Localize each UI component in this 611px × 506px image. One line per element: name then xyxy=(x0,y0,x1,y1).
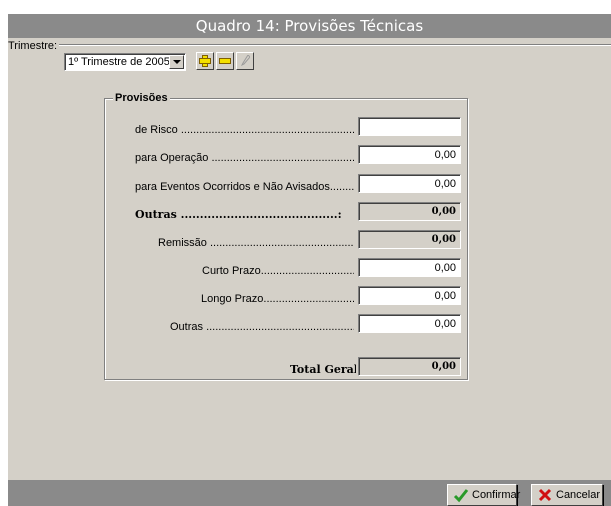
para-operacao-field[interactable]: 0,00 xyxy=(358,145,461,164)
row-label-para-operacao: para Operação ..........................… xyxy=(135,152,354,164)
bottom-bar xyxy=(8,480,611,506)
de-risco-field[interactable] xyxy=(358,117,461,136)
plus-icon xyxy=(199,55,211,67)
row-label-remissao: Remissão ...............................… xyxy=(158,237,354,249)
window-title: Quadro 14: Provisões Técnicas xyxy=(8,14,611,38)
row-label-eventos-ocorridos: para Eventos Ocorridos e Não Avisados...… xyxy=(135,181,354,193)
curto-prazo-field[interactable]: 0,00 xyxy=(358,258,461,277)
row-label-de-risco: de Risco ...............................… xyxy=(135,124,354,136)
minus-icon xyxy=(219,58,231,64)
cancel-button-label: Cancelar xyxy=(556,489,601,501)
add-button[interactable] xyxy=(196,52,214,70)
check-icon xyxy=(453,489,469,503)
remove-button[interactable] xyxy=(216,52,234,70)
row-label-curto-prazo: Curto Prazo.............................… xyxy=(202,265,354,277)
cancel-button[interactable]: Cancelar xyxy=(531,484,603,506)
edit-button[interactable] xyxy=(236,52,254,70)
pencil-icon xyxy=(241,55,250,67)
longo-prazo-field[interactable]: 0,00 xyxy=(358,286,461,305)
confirm-button[interactable]: Confirmar xyxy=(447,484,521,506)
outras-field[interactable]: 0,00 xyxy=(358,314,461,333)
remissao-field: 0,00 xyxy=(358,230,461,249)
trimestre-label: Trimestre: xyxy=(8,40,60,52)
chevron-down-icon[interactable] xyxy=(169,55,184,69)
trimestre-select[interactable]: 1º Trimestre de 2005 xyxy=(64,53,186,71)
dialog-window: Quadro 14: Provisões Técnicas Trimestre:… xyxy=(8,14,611,506)
total-geral-field: 0,00 xyxy=(358,357,461,376)
confirm-button-label: Confirmar xyxy=(472,489,521,501)
row-label-longo-prazo: Longo Prazo.............................… xyxy=(201,293,354,305)
row-label-outras: Outras .................................… xyxy=(170,321,354,333)
x-icon xyxy=(538,488,552,502)
provisoes-group-title: Provisões xyxy=(113,92,170,104)
trimestre-select-value: 1º Trimestre de 2005 xyxy=(68,56,170,68)
outras-total-field: 0,00 xyxy=(358,202,461,221)
row-label-outras-total: Outras .................................… xyxy=(135,208,342,221)
eventos-ocorridos-field[interactable]: 0,00 xyxy=(358,174,461,193)
total-geral-label: Total Geral: xyxy=(290,363,356,376)
